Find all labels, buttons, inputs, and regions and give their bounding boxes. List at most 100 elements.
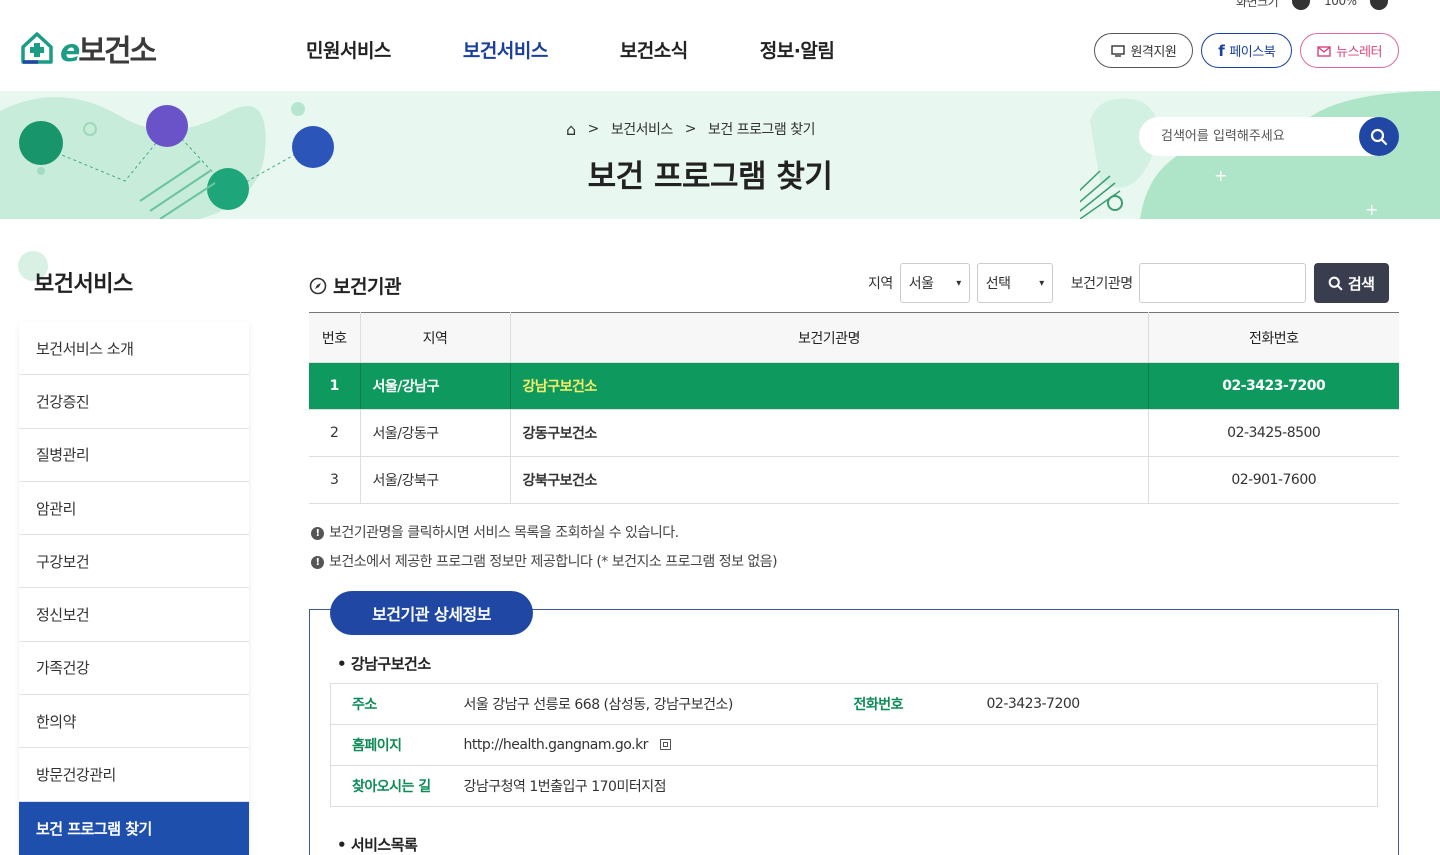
main-nav: 민원서비스 보건서비스 보건소식 정보·알림 <box>306 36 906 63</box>
nav-item-info[interactable]: 정보·알림 <box>760 36 835 63</box>
sidebar-item-health-promotion[interactable]: 건강증진 <box>19 375 249 429</box>
filter-search-label: 검색 <box>1347 274 1375 293</box>
section-title-text: 보건기관 <box>333 276 401 298</box>
site-search <box>1139 117 1399 156</box>
sidebar-item-intro[interactable]: 보건서비스 소개 <box>19 322 249 376</box>
district-select[interactable]: 선택 ▾ <box>976 263 1053 303</box>
address-value: 서울 강남구 선릉로 668 (삼성동, 강남구보건소) <box>463 683 854 725</box>
logo-text: e보건소 <box>60 34 157 69</box>
compass-icon <box>309 277 327 294</box>
breadcrumb-separator-icon: > <box>684 121 697 137</box>
search-icon <box>1370 128 1388 145</box>
breadcrumb-level1[interactable]: 보건서비스 <box>611 119 673 139</box>
cell-org-name[interactable]: 강북구보건소 <box>510 456 1149 504</box>
facebook-icon: f <box>1218 41 1225 60</box>
breadcrumb-level2[interactable]: 보건 프로그램 찾기 <box>708 119 815 139</box>
header: e보건소 민원서비스 보건서비스 보건소식 정보·알림 원격지원 f 페이스북 … <box>0 0 1440 91</box>
phone-label: 전화번호 <box>853 683 987 725</box>
svg-text:+: + <box>1365 200 1378 219</box>
filter-search-button[interactable]: 검색 <box>1313 263 1389 303</box>
region-label: 지역 <box>868 276 893 292</box>
note-item: ! 보건소에서 제공한 프로그램 정보만 제공합니다 (* 보건지소 프로그램 정… <box>311 548 778 577</box>
notes: ! 보건기관명을 클릭하시면 서비스 목록을 조회하실 수 있습니다. ! 보건소에… <box>311 519 778 577</box>
sidebar-title: 보건서비스 <box>34 272 133 297</box>
services-title-text: 서비스목록 <box>350 836 418 854</box>
district-select-value: 선택 <box>985 276 1011 292</box>
info-icon: ! <box>311 556 324 569</box>
nav-item-news[interactable]: 보건소식 <box>620 36 688 63</box>
info-row: 주소 서울 강남구 선릉로 668 (삼성동, 강남구보건소) 전화번호 02-… <box>330 683 1378 725</box>
cell-region: 서울/강북구 <box>360 456 511 504</box>
cell-no: 2 <box>309 409 361 457</box>
org-table: 번호 지역 보건기관명 전화번호 1 서울/강남구 강남구보건소 02-3423… <box>309 312 1399 504</box>
table-row[interactable]: 3 서울/강북구 강북구보건소 02-901-7600 <box>309 456 1399 504</box>
sidebar-item-oriental-medicine[interactable]: 한의약 <box>19 695 249 749</box>
info-icon: ! <box>311 527 324 540</box>
new-window-icon[interactable] <box>659 739 671 750</box>
cell-phone: 02-3423-7200 <box>1148 362 1399 410</box>
breadcrumb-separator-icon: > <box>587 121 600 137</box>
breadcrumb: ⌂ > 보건서비스 > 보건 프로그램 찾기 <box>566 119 815 139</box>
homepage-link[interactable]: http://health.gangnam.go.kr <box>464 737 649 753</box>
newsletter-button[interactable]: 뉴스레터 <box>1300 33 1399 68</box>
section-title: 보건기관 <box>309 272 401 299</box>
search-icon <box>1328 276 1343 290</box>
note-text: 보건기관명을 클릭하시면 서비스 목록을 조회하실 수 있습니다. <box>329 525 679 541</box>
page-banner: + + ⌂ > 보건서비스 > 보건 프로그램 찾기 보건 프로그램 찾기 <box>0 91 1440 219</box>
nav-item-civil[interactable]: 민원서비스 <box>306 36 391 63</box>
org-name-label: 보건기관명 <box>1070 276 1133 292</box>
info-row: 찾아오시는 길 강남구청역 1번출입구 170미터지점 <box>330 765 1378 807</box>
facebook-label: 페이스북 <box>1229 45 1276 60</box>
homepage-cell: http://health.gangnam.go.kr <box>463 724 1378 766</box>
table-row[interactable]: 1 서울/강남구 강남구보건소 02-3423-7200 <box>309 362 1399 410</box>
logo[interactable]: e보건소 <box>18 26 157 70</box>
sidebar-item-mental[interactable]: 정신보건 <box>19 588 249 642</box>
search-input[interactable] <box>1139 117 1349 156</box>
org-name-input[interactable] <box>1138 263 1306 303</box>
sidebar-item-cancer[interactable]: 암관리 <box>19 481 249 536</box>
detail-tab: 보건기관 상세정보 <box>330 591 533 635</box>
sidebar-item-visiting-care[interactable]: 방문건강관리 <box>19 748 249 802</box>
phone-value: 02-3423-7200 <box>986 683 1378 725</box>
address-label: 주소 <box>330 683 464 725</box>
search-button[interactable] <box>1359 117 1399 156</box>
table-row[interactable]: 2 서울/강동구 강동구보건소 02-3425-8500 <box>309 409 1399 457</box>
col-region: 지역 <box>360 312 511 363</box>
directions-label: 찾아오시는 길 <box>330 765 464 807</box>
logo-house-icon <box>21 32 53 64</box>
nav-item-health-service[interactable]: 보건서비스 <box>463 36 548 63</box>
cell-org-name[interactable]: 강동구보건소 <box>510 409 1149 457</box>
envelope-icon <box>1317 45 1331 57</box>
cell-phone: 02-3425-8500 <box>1148 409 1399 457</box>
info-row: 홈페이지 http://health.gangnam.go.kr <box>330 724 1378 766</box>
remote-support-button[interactable]: 원격지원 <box>1094 33 1194 68</box>
chevron-down-icon: ▾ <box>1039 277 1044 289</box>
sidebar-item-disease[interactable]: 질병관리 <box>19 428 249 482</box>
cell-org-name[interactable]: 강남구보건소 <box>510 362 1149 410</box>
cell-no: 1 <box>309 362 361 410</box>
note-item: ! 보건기관명을 클릭하시면 서비스 목록을 조회하실 수 있습니다. <box>311 519 777 548</box>
homepage-label: 홈페이지 <box>330 724 464 766</box>
note-text: 보건소에서 제공한 프로그램 정보만 제공합니다 (* 보건지소 프로그램 정보… <box>329 554 778 570</box>
region-select[interactable]: 서울 ▾ <box>899 263 970 303</box>
col-name: 보건기관명 <box>510 312 1149 363</box>
cell-phone: 02-901-7600 <box>1148 456 1399 504</box>
sidebar-item-program-search[interactable]: 보건 프로그램 찾기 <box>19 801 249 855</box>
region-select-value: 서울 <box>908 276 934 292</box>
col-phone: 전화번호 <box>1148 312 1399 363</box>
facebook-button[interactable]: f 페이스북 <box>1201 33 1293 68</box>
remote-support-label: 원격지원 <box>1130 45 1177 60</box>
cell-region: 서울/강동구 <box>360 409 511 457</box>
detail-org-name: • 강남구보건소 <box>337 655 431 673</box>
home-icon[interactable]: ⌂ <box>566 120 576 139</box>
services-title: • 서비스목록 <box>337 836 418 854</box>
sidebar-item-oral[interactable]: 구강보건 <box>19 535 249 589</box>
cell-region: 서울/강남구 <box>360 362 511 410</box>
detail-org-name-text: 강남구보건소 <box>350 655 431 673</box>
newsletter-label: 뉴스레터 <box>1336 45 1382 60</box>
sidebar-item-family[interactable]: 가족건강 <box>19 641 249 696</box>
header-buttons: 원격지원 f 페이스북 뉴스레터 <box>1094 33 1399 68</box>
page-title: 보건 프로그램 찾기 <box>587 159 833 195</box>
col-no: 번호 <box>309 312 361 363</box>
detail-info-table: 주소 서울 강남구 선릉로 668 (삼성동, 강남구보건소) 전화번호 02-… <box>330 683 1378 807</box>
